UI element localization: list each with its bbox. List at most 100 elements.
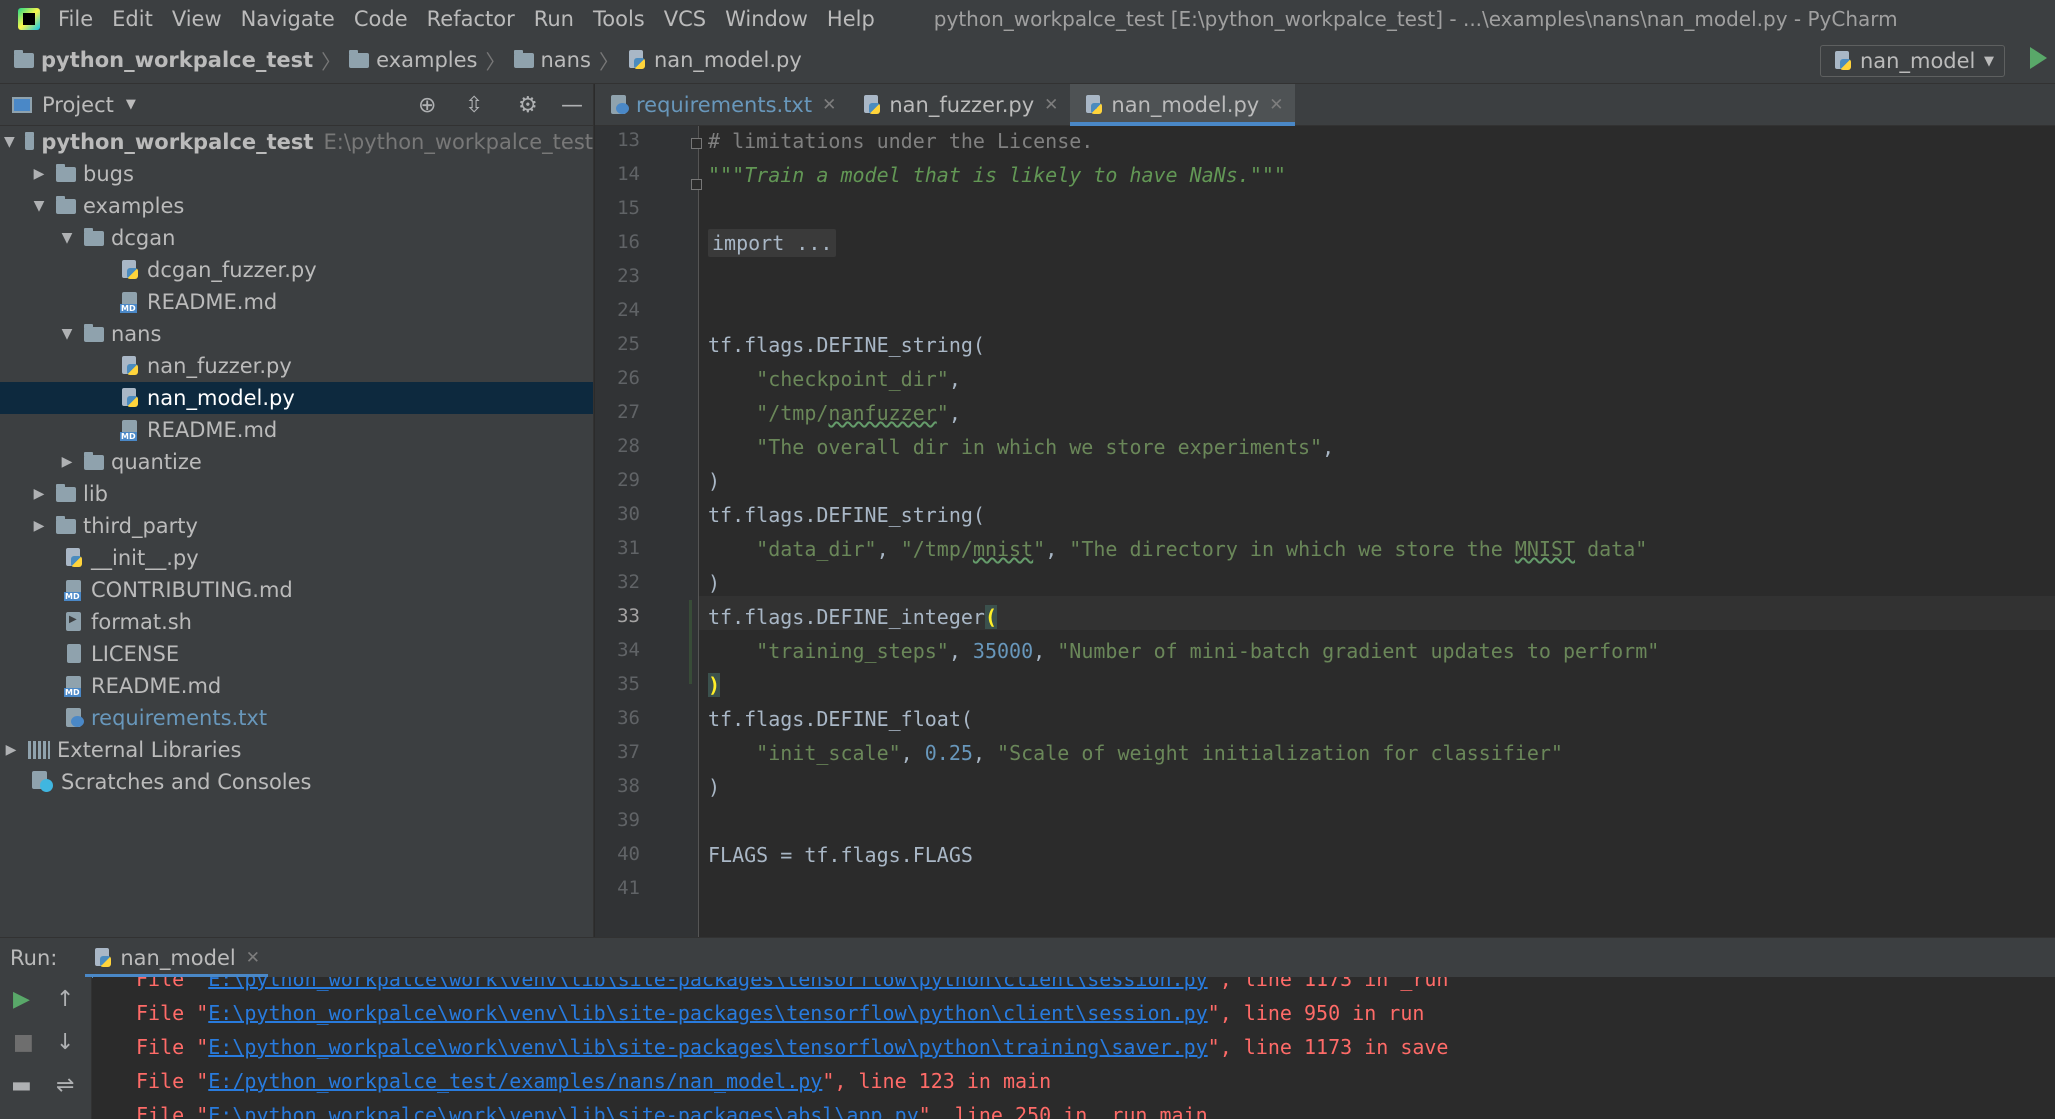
collapsed-arrow-icon[interactable]: ▶ bbox=[60, 454, 74, 470]
collapsed-arrow-icon[interactable]: ▶ bbox=[32, 518, 46, 534]
tree-item-scratches[interactable]: Scratches and Consoles bbox=[0, 766, 593, 798]
console-link[interactable]: E:/python_workpalce_test/examples/nans/n… bbox=[208, 1069, 822, 1093]
menu-vcs[interactable]: VCS bbox=[664, 7, 706, 31]
tree-item-label: quantize bbox=[111, 450, 202, 474]
tree-item-nans-readme[interactable]: README.md bbox=[0, 414, 593, 446]
menu-refactor[interactable]: Refactor bbox=[427, 7, 515, 31]
tree-item-quantize[interactable]: ▶ quantize bbox=[0, 446, 593, 478]
line-number: 14 bbox=[617, 163, 640, 185]
tree-item-external-libraries[interactable]: ▶ External Libraries bbox=[0, 734, 593, 766]
expanded-arrow-icon[interactable]: ▼ bbox=[32, 198, 46, 214]
line-number: 15 bbox=[617, 197, 640, 219]
folder-icon bbox=[56, 195, 76, 214]
string-literal: "init_scale" bbox=[756, 741, 901, 765]
collapse-all-icon[interactable]: ⇳ bbox=[465, 93, 483, 118]
typo-word: nanfuzzer bbox=[828, 401, 937, 425]
soft-wrap-icon[interactable]: ⇌ bbox=[56, 1073, 74, 1098]
collapsed-arrow-icon[interactable]: ▶ bbox=[32, 486, 46, 502]
menu-run[interactable]: Run bbox=[534, 7, 574, 31]
breadcrumb-file-label: nan_model.py bbox=[653, 48, 802, 72]
run-configuration-dropdown[interactable]: nan_model ▼ bbox=[1820, 45, 2005, 77]
tree-item-third-party[interactable]: ▶ third_party bbox=[0, 510, 593, 542]
line-number: 31 bbox=[617, 537, 640, 559]
fold-marker-icon[interactable] bbox=[691, 138, 702, 149]
menu-window[interactable]: Window bbox=[725, 7, 808, 31]
hide-icon[interactable]: — bbox=[561, 93, 583, 118]
console-link[interactable]: E:\python_workpalce\work\venv\lib\site-p… bbox=[208, 1103, 918, 1119]
vcs-change-marker[interactable] bbox=[689, 600, 692, 684]
gear-icon[interactable]: ⚙ bbox=[518, 93, 538, 118]
menu-file[interactable]: File bbox=[58, 7, 93, 31]
locate-icon[interactable]: ⊕ bbox=[418, 93, 436, 118]
breadcrumb-project-label: python_workpalce_test bbox=[41, 48, 314, 72]
close-icon[interactable]: ✕ bbox=[246, 948, 260, 968]
line-number: 24 bbox=[617, 299, 640, 321]
run-toolbar: ▶ ↑ ■ ↓ ▬ ⇌ bbox=[0, 977, 92, 1119]
rerun-icon[interactable]: ▶ bbox=[13, 987, 30, 1012]
tree-item-nans[interactable]: ▼ nans bbox=[0, 318, 593, 350]
tab-nan-model[interactable]: nan_model.py ✕ bbox=[1070, 84, 1296, 126]
menu-code[interactable]: Code bbox=[354, 7, 408, 31]
run-panel-header: Run: nan_model ✕ bbox=[0, 937, 2055, 978]
stop-icon[interactable]: ■ bbox=[13, 1030, 34, 1055]
close-icon[interactable]: ✕ bbox=[1044, 95, 1058, 115]
chevron-down-icon[interactable]: ▼ bbox=[126, 97, 136, 112]
code-editor[interactable]: 13 14 15 16 23 24 25 26 27 28 29 30 31 32 33 34 35 36 37 38… bbox=[595, 126, 2055, 937]
code-line-32: ) bbox=[708, 571, 721, 595]
line-number: 27 bbox=[617, 401, 640, 423]
console-text: File " bbox=[136, 977, 209, 991]
string-literal: "/tmp/ bbox=[900, 537, 973, 561]
fold-marker-icon[interactable] bbox=[691, 179, 702, 190]
collapsed-arrow-icon[interactable]: ▶ bbox=[32, 166, 46, 182]
arrow-down-icon[interactable]: ↓ bbox=[56, 1030, 74, 1055]
menu-view[interactable]: View bbox=[172, 7, 222, 31]
run-button[interactable] bbox=[2030, 47, 2047, 69]
tree-item-nan-model[interactable]: nan_model.py bbox=[0, 382, 593, 414]
console-text: ", line 250 in _run_main bbox=[918, 1103, 1208, 1119]
breadcrumb-project[interactable]: python_workpalce_test bbox=[14, 48, 313, 72]
expanded-arrow-icon[interactable]: ▼ bbox=[4, 134, 15, 150]
code-line-28: "The overall dir in which we store exper… bbox=[756, 435, 1335, 459]
code-line-38: ) bbox=[708, 775, 721, 799]
tree-item-requirements[interactable]: requirements.txt bbox=[0, 702, 593, 734]
folded-imports[interactable]: import ... bbox=[708, 229, 837, 257]
breadcrumb-file[interactable]: nan_model.py bbox=[627, 48, 802, 72]
tree-item-format-sh[interactable]: format.sh bbox=[0, 606, 593, 638]
run-tab-nan-model[interactable]: nan_model ✕ bbox=[85, 938, 268, 978]
tree-item-contributing[interactable]: CONTRIBUTING.md bbox=[0, 574, 593, 606]
tree-item-nan-fuzzer[interactable]: nan_fuzzer.py bbox=[0, 350, 593, 382]
menu-edit[interactable]: Edit bbox=[112, 7, 153, 31]
tree-item-readme[interactable]: README.md bbox=[0, 670, 593, 702]
menu-help[interactable]: Help bbox=[827, 7, 875, 31]
project-panel-title[interactable]: Project bbox=[42, 93, 114, 117]
tree-item-dcgan-fuzzer[interactable]: dcgan_fuzzer.py bbox=[0, 254, 593, 286]
tree-item-init[interactable]: __init__.py bbox=[0, 542, 593, 574]
folder-icon bbox=[84, 451, 104, 470]
line-number: 32 bbox=[617, 571, 640, 593]
run-console[interactable]: File "E:\python_workpalce\work\venv\lib\… bbox=[93, 977, 2055, 1119]
close-icon[interactable]: ✕ bbox=[822, 95, 836, 115]
console-link[interactable]: E:\python_workpalce\work\venv\lib\site-p… bbox=[208, 1001, 1207, 1025]
tree-item-bugs[interactable]: ▶ bugs bbox=[0, 158, 593, 190]
tree-item-project-root[interactable]: ▼ python_workpalce_test E:\python_workpa… bbox=[0, 126, 593, 158]
tree-item-lib[interactable]: ▶ lib bbox=[0, 478, 593, 510]
breadcrumb-nans[interactable]: nans bbox=[513, 48, 591, 72]
layout-icon[interactable]: ▬ bbox=[11, 1073, 32, 1098]
tree-item-dcgan[interactable]: ▼ dcgan bbox=[0, 222, 593, 254]
python-file-icon bbox=[120, 259, 140, 281]
tab-nan-fuzzer[interactable]: nan_fuzzer.py ✕ bbox=[848, 84, 1070, 126]
collapsed-arrow-icon[interactable]: ▶ bbox=[4, 742, 18, 758]
menu-tools[interactable]: Tools bbox=[593, 7, 645, 31]
arrow-up-icon[interactable]: ↑ bbox=[56, 987, 74, 1012]
expanded-arrow-icon[interactable]: ▼ bbox=[60, 326, 74, 342]
tree-item-dcgan-readme[interactable]: README.md bbox=[0, 286, 593, 318]
breadcrumb-examples[interactable]: examples bbox=[349, 48, 478, 72]
tree-item-license[interactable]: LICENSE bbox=[0, 638, 593, 670]
tab-requirements[interactable]: requirements.txt ✕ bbox=[595, 84, 848, 126]
console-link[interactable]: E:\python_workpalce\work\venv\lib\site-p… bbox=[208, 1035, 1207, 1059]
menu-navigate[interactable]: Navigate bbox=[241, 7, 335, 31]
tree-item-examples[interactable]: ▼ examples bbox=[0, 190, 593, 222]
close-icon[interactable]: ✕ bbox=[1269, 95, 1283, 115]
console-link[interactable]: E:\python_workpalce\work\venv\lib\site-p… bbox=[208, 977, 1207, 991]
expanded-arrow-icon[interactable]: ▼ bbox=[60, 230, 74, 246]
